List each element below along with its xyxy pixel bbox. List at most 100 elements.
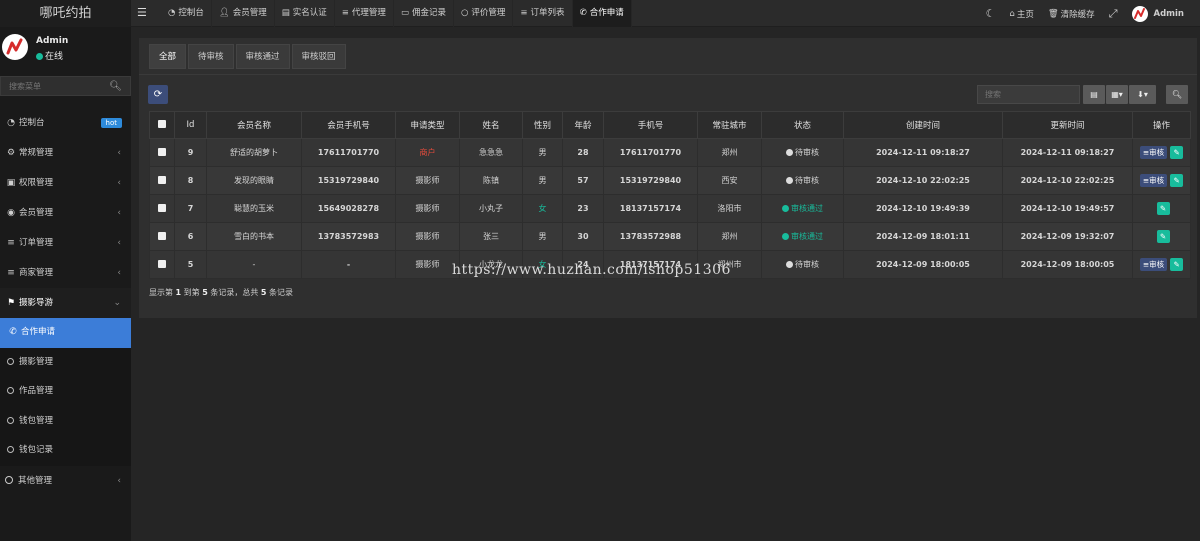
filter-tab-all[interactable]: 全部 [149, 44, 187, 69]
cell-id: 6 [174, 222, 207, 251]
tab-orders[interactable]: ≡ 订单列表 [513, 0, 573, 27]
circle-icon [5, 475, 13, 484]
edit-button[interactable]: ✎ [1170, 258, 1184, 271]
tab-member[interactable]: 👤︎ 会员管理 [212, 0, 275, 27]
cell-phone: 18137157174 [603, 194, 698, 223]
filter-tab-approved[interactable]: 审核通过 [235, 44, 290, 69]
status-label: 待审核 [795, 176, 819, 185]
sidebar-item-photo-guide[interactable]: ⚑ 摄影导游 ⌄ [0, 288, 131, 318]
edit-button[interactable]: ✎ [1170, 174, 1184, 187]
sidebar-item-cooperation[interactable]: ✆ 合作申请 [0, 318, 131, 348]
column-header[interactable]: 手机号 [603, 111, 698, 139]
row-checkbox[interactable] [158, 147, 166, 156]
tab-realname[interactable]: ▤ 实名认证 [275, 0, 335, 27]
cell-type: 摄影师 [395, 194, 460, 223]
cell-member: - [206, 250, 302, 279]
sidebar-item-wallet[interactable]: 钱包管理 [0, 407, 131, 437]
edit-button[interactable]: ✎ [1156, 230, 1170, 243]
column-header[interactable]: 更新时间 [1002, 111, 1133, 139]
cell-gender: 女 [522, 194, 563, 223]
sidebar-item-label: 控制台 [19, 118, 45, 128]
column-header[interactable]: 创建时间 [843, 111, 1003, 139]
column-header[interactable]: Id [174, 111, 207, 139]
admin-menu[interactable]: Admin [1131, 5, 1184, 22]
row-checkbox-cell[interactable] [149, 222, 175, 251]
tab-cooperation[interactable]: ✆ 合作申请 [572, 0, 632, 27]
search-icon[interactable]: 🔍︎ [109, 81, 122, 92]
row-checkbox[interactable] [158, 203, 166, 212]
clear-cache-button[interactable]: 🗑︎ 清除缓存 [1048, 8, 1095, 20]
export-button[interactable]: ⬇▾ [1129, 85, 1156, 104]
review-button[interactable]: ≡审核 [1139, 258, 1168, 271]
column-header[interactable]: 申请类型 [395, 111, 460, 139]
filter-tab-rejected[interactable]: 审核驳回 [291, 44, 346, 69]
table-row: 8 发现的眼睛 15319729840 摄影师 陈镇男 57 15319729840 西安 待审… [149, 166, 1191, 195]
row-checkbox[interactable] [158, 231, 166, 240]
cell-updated: 2024-12-11 09:18:27 [1002, 138, 1133, 167]
tab-agent[interactable]: ≡ 代理管理 [335, 0, 394, 27]
sidebar-item-permission[interactable]: ▣ 权限管理 ‹ [0, 168, 131, 198]
pencil-icon: ✎ [1159, 204, 1167, 213]
cell-age: 30 [562, 222, 604, 251]
menu-toggle-icon[interactable]: ☰ [137, 6, 147, 19]
cell-actions: ≡审核 ✎ [1132, 250, 1191, 279]
cell-actions: ≡审核 ✎ [1132, 166, 1191, 195]
sidebar-item-wallet-log[interactable]: 钱包记录 [0, 436, 131, 466]
sidebar-item-photography[interactable]: 摄影管理 [0, 348, 131, 378]
circle-icon [7, 416, 14, 424]
select-all-checkbox-cell[interactable] [149, 111, 175, 139]
column-header[interactable]: 姓名 [459, 111, 523, 139]
cell-member-phone: 15649028278 [301, 194, 396, 223]
online-dot-icon [36, 53, 43, 60]
list-icon: ≡ [7, 268, 15, 278]
sidebar-item-order[interactable]: ≡ 订单管理 ‹ [0, 228, 131, 258]
advanced-search-button[interactable]: 🔍︎ [1166, 85, 1188, 104]
toggle-view-button[interactable]: ▤ [1083, 85, 1105, 104]
sidebar-item-label: 订单管理 [19, 238, 54, 248]
sidebar-item-label: 合作申请 [21, 327, 56, 337]
columns-button[interactable]: ▦▾ [1106, 85, 1128, 104]
user-status-label: 在线 [45, 52, 64, 62]
column-header[interactable]: 年龄 [562, 111, 604, 139]
filter-tab-pending[interactable]: 待审核 [188, 44, 234, 69]
select-all-checkbox[interactable] [158, 119, 166, 128]
table-search-input[interactable] [978, 86, 1079, 103]
edit-button[interactable]: ✎ [1156, 202, 1170, 215]
cell-phone: 17611701770 [603, 138, 698, 167]
cell-member-phone: 13783572983 [301, 222, 396, 251]
tab-label: 评价管理 [471, 8, 506, 18]
sidebar-item-works[interactable]: 作品管理 [0, 377, 131, 407]
review-button[interactable]: ≡审核 [1139, 146, 1168, 159]
sidebar-item-other[interactable]: 其他管理 ‹ [0, 466, 131, 496]
sidebar-submenu: ✆ 合作申请 摄影管理 作品管理 钱包管理 钱包记录 [0, 318, 131, 466]
cell-updated: 2024-12-09 18:00:05 [1002, 250, 1133, 279]
dark-mode-moon-icon[interactable]: ☾ [986, 7, 996, 20]
tab-dashboard[interactable]: ◔ 控制台 [161, 0, 212, 27]
home-link[interactable]: ⌂ 主页 [1009, 8, 1033, 20]
edit-button[interactable]: ✎ [1170, 146, 1184, 159]
row-checkbox-cell[interactable] [149, 194, 175, 223]
cell-created: 2024-12-09 18:01:11 [843, 222, 1003, 251]
row-checkbox[interactable] [158, 259, 166, 268]
brand-title[interactable]: 哪吒约拍 [0, 0, 131, 27]
column-header[interactable]: 会员名称 [206, 111, 302, 139]
column-header[interactable]: 常驻城市 [697, 111, 762, 139]
fullscreen-icon[interactable]: ⤢ [1109, 7, 1118, 21]
cell-created: 2024-12-10 19:49:39 [843, 194, 1003, 223]
sidebar-item-general[interactable]: ⚙ 常规管理 ‹ [0, 138, 131, 168]
refresh-button[interactable]: ⟳ [148, 85, 168, 104]
row-checkbox[interactable] [158, 175, 166, 184]
column-header[interactable]: 性别 [522, 111, 563, 139]
row-checkbox-cell[interactable] [149, 138, 175, 167]
column-header[interactable]: 状态 [761, 111, 844, 139]
tab-review[interactable]: ○ 评价管理 [454, 0, 514, 27]
tab-commission[interactable]: ▭ 佣金记录 [394, 0, 454, 27]
row-checkbox-cell[interactable] [149, 166, 175, 195]
sidebar-item-merchant[interactable]: ≡ 商家管理 ‹ [0, 258, 131, 288]
column-header[interactable]: 会员手机号 [301, 111, 396, 139]
row-checkbox-cell[interactable] [149, 250, 175, 279]
circle-icon [7, 357, 14, 365]
sidebar-item-member[interactable]: ◉ 会员管理 ‹ [0, 198, 131, 228]
sidebar-item-dashboard[interactable]: ◔ 控制台 hot [0, 108, 131, 138]
review-button[interactable]: ≡审核 [1139, 174, 1168, 187]
